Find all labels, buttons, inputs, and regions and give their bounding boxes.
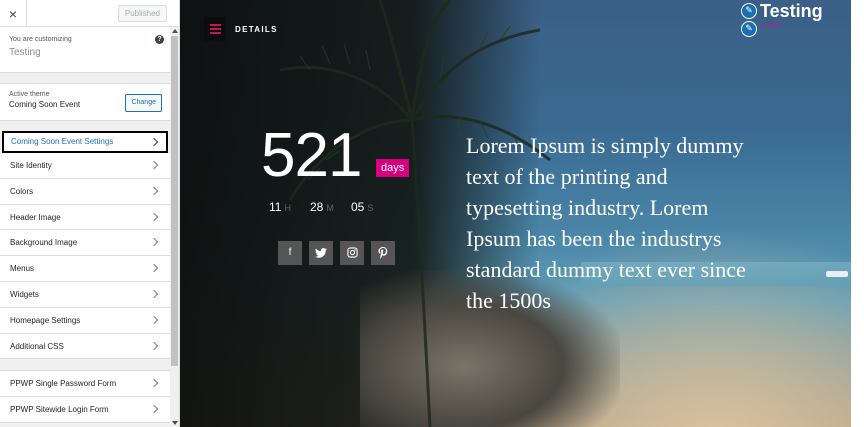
minutes-value: 28 bbox=[310, 200, 324, 214]
scroll-up-icon[interactable] bbox=[172, 29, 178, 33]
menu-item-label: PPWP Sitewide Login Form bbox=[10, 405, 109, 415]
menu-item-label: Header Image bbox=[10, 212, 61, 222]
countdown-hours: 11 H bbox=[269, 200, 291, 214]
change-theme-button[interactable]: Change bbox=[125, 94, 162, 112]
menu-item-label: Menus bbox=[10, 264, 35, 274]
scroll-down-icon[interactable] bbox=[172, 421, 178, 425]
close-icon[interactable]: × bbox=[0, 0, 27, 27]
chevron-right-icon bbox=[149, 379, 159, 388]
menu-item-ppwp-sitewide-login-form[interactable]: PPWP Sitewide Login Form bbox=[0, 397, 179, 423]
chevron-right-icon bbox=[149, 238, 159, 247]
pencil-edit-icon[interactable]: ✎ bbox=[741, 21, 757, 37]
twitter-icon[interactable] bbox=[309, 241, 333, 265]
customizer-sidebar: × Published You are customizing Testing … bbox=[0, 0, 180, 427]
hours-value: 11 bbox=[269, 200, 282, 214]
chevron-right-icon bbox=[149, 404, 159, 414]
hamburger-menu-icon-bar bbox=[210, 28, 221, 30]
chevron-right-icon bbox=[149, 137, 159, 147]
help-icon[interactable]: ? bbox=[155, 35, 164, 44]
sidebar-scrollbar[interactable] bbox=[170, 27, 179, 427]
pinterest-icon[interactable] bbox=[371, 241, 395, 265]
menu-item-coming-soon-event-settings[interactable]: Coming Soon Event Settings bbox=[2, 131, 168, 153]
customizing-label: You are customizing bbox=[9, 36, 72, 43]
menu-item-label: Colors bbox=[10, 186, 34, 196]
menu-item-homepage-settings[interactable]: Homepage Settings bbox=[0, 307, 179, 334]
chevron-right-icon bbox=[149, 212, 159, 221]
hamburger-menu-icon bbox=[210, 24, 221, 26]
menu-item-widgets[interactable]: Widgets bbox=[0, 281, 179, 308]
site-logo[interactable]: ✎ ✎ Testing testsite bbox=[739, 1, 851, 41]
active-theme-panel: Active theme Coming Soon Event Change bbox=[0, 83, 179, 121]
intro-text: Lorem Ipsum is simply dummy text of the … bbox=[466, 133, 746, 313]
menu-item-label: Widgets bbox=[10, 289, 39, 299]
seconds-value: 05 bbox=[351, 200, 365, 214]
menu-item-menus[interactable]: Menus bbox=[0, 256, 179, 282]
instagram-icon[interactable] bbox=[340, 241, 364, 265]
menu-item-ppwp-single-password-form[interactable]: PPWP Single Password Form bbox=[0, 371, 179, 398]
countdown-days: 521 bbox=[261, 121, 362, 190]
facebook-icon[interactable]: f bbox=[278, 241, 302, 265]
menu-item-label: PPWP Single Password Form bbox=[10, 379, 117, 389]
menu-item-label: Additional CSS bbox=[10, 341, 64, 351]
menu-item-label: Background Image bbox=[10, 238, 78, 248]
site-preview: DETAILS ✎ ✎ Testing testsite 521 days 11… bbox=[180, 0, 851, 427]
seconds-unit: S bbox=[367, 203, 374, 213]
countdown-seconds: 05 S bbox=[351, 200, 373, 214]
hours-unit: H bbox=[284, 203, 291, 213]
chevron-right-icon bbox=[149, 160, 159, 170]
menu-item-additional-css[interactable]: Additional CSS bbox=[0, 333, 179, 360]
site-tagline: testsite bbox=[762, 23, 782, 29]
preview-scroll-gutter bbox=[851, 0, 864, 427]
minutes-unit: M bbox=[326, 203, 334, 213]
menu-item-header-image[interactable]: Header Image bbox=[0, 204, 179, 231]
chevron-right-icon bbox=[149, 315, 159, 325]
pencil-edit-icon[interactable]: ✎ bbox=[741, 3, 757, 19]
site-name: Testing bbox=[9, 47, 41, 58]
chevron-right-icon bbox=[149, 289, 159, 299]
chevron-right-icon bbox=[149, 341, 159, 350]
days-badge: days bbox=[376, 159, 410, 177]
customizing-info: You are customizing Testing ? bbox=[0, 27, 179, 73]
published-button[interactable]: Published bbox=[117, 5, 167, 22]
countdown-minutes: 28 M bbox=[310, 200, 334, 214]
site-logo-title: Testing bbox=[760, 1, 823, 21]
chevron-right-icon bbox=[149, 186, 159, 196]
menu-divider bbox=[0, 359, 179, 372]
menu-item-colors[interactable]: Colors bbox=[0, 178, 179, 205]
menu-item-label: Site Identity bbox=[10, 161, 52, 170]
menu-item-label: Homepage Settings bbox=[10, 315, 81, 325]
scrollbar-thumb[interactable] bbox=[171, 36, 178, 366]
customizer-menu: Coming Soon Event Settings Site Identity… bbox=[0, 131, 179, 423]
menu-toggle-button[interactable] bbox=[204, 17, 226, 41]
hamburger-menu-icon-bar bbox=[210, 32, 221, 34]
menu-item-background-image[interactable]: Background Image bbox=[0, 230, 179, 257]
menu-item-label: Coming Soon Event Settings bbox=[11, 137, 114, 146]
chevron-right-icon bbox=[149, 263, 159, 273]
menu-item-site-identity[interactable]: Site Identity bbox=[0, 153, 179, 179]
customizer-topbar: × Published bbox=[0, 0, 179, 27]
details-link[interactable]: DETAILS bbox=[235, 25, 278, 34]
